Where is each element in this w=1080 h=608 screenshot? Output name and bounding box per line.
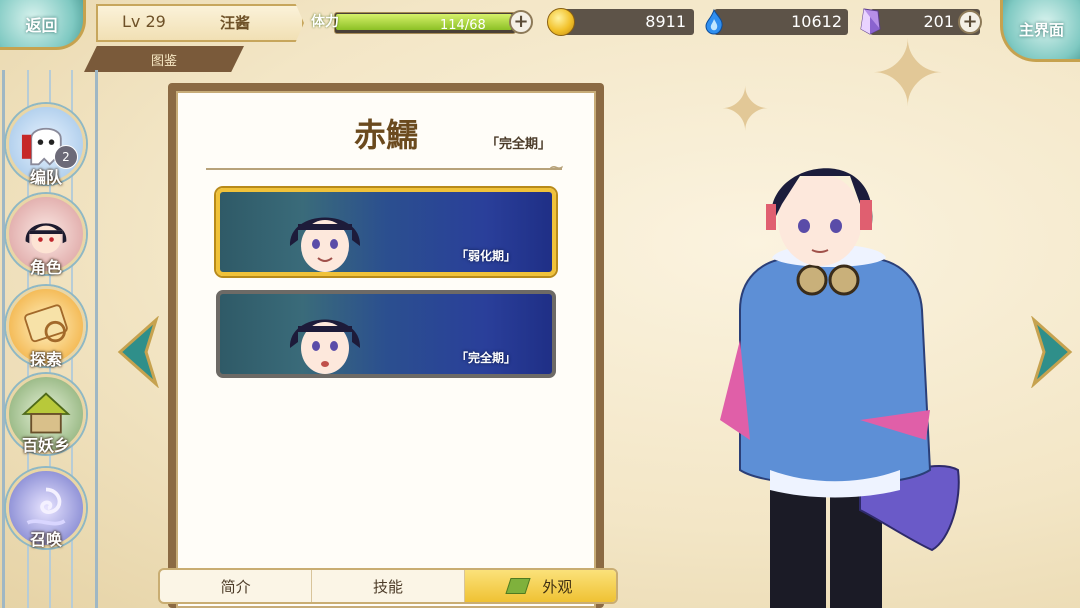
menu-team-label: 编队 <box>29 168 62 187</box>
add-crystal-button[interactable]: + <box>958 10 982 34</box>
tab-intro[interactable]: 简介 <box>160 570 313 602</box>
stamina-label: 体力 <box>311 14 339 30</box>
tab-appearance-label: 外观 <box>542 577 573 596</box>
player-level: Lv 29 <box>122 12 166 31</box>
character-illustration <box>720 168 960 608</box>
player-name: 汪酱 <box>220 14 251 32</box>
menu-village-label: 百妖乡 <box>21 436 70 455</box>
back-button[interactable]: 返回 <box>0 0 86 50</box>
tab-skills-label: 技能 <box>372 577 403 596</box>
swirl-ornament-icon: ~ <box>548 155 565 179</box>
tab-skills[interactable]: 技能 <box>312 570 465 602</box>
crystal-icon <box>860 8 881 35</box>
skin-card-label: 「弱化期」 <box>455 249 516 263</box>
skin-card-complete[interactable]: 「完全期」 <box>216 290 556 378</box>
background-star-icon: ✦ <box>720 75 771 145</box>
menu-character-label: 角色 <box>29 258 62 277</box>
background-star-icon: ✦ <box>870 22 946 127</box>
menu-summon-label: 召唤 <box>29 530 62 549</box>
home-button[interactable]: 主界面 <box>1000 0 1080 62</box>
character-portrait-icon <box>289 217 361 272</box>
back-button-label: 返回 <box>25 15 58 35</box>
next-arrow-icon[interactable] <box>1030 316 1074 388</box>
skin-card-weakened[interactable]: 「弱化期」 <box>216 188 556 276</box>
character-stage-label: 「完全期」 <box>486 137 552 152</box>
blue-flame-icon <box>705 9 723 35</box>
menu-explore-label: 探索 <box>29 350 62 369</box>
character-portrait-icon <box>289 319 361 374</box>
add-stamina-button[interactable]: + <box>509 10 533 34</box>
appearance-tag-icon <box>505 578 531 594</box>
panel-tab-bar: 简介 技能 外观 <box>158 568 618 604</box>
title-divider <box>206 168 562 170</box>
stamina-value: 114/68 <box>440 18 486 33</box>
tab-intro-label: 简介 <box>220 577 251 596</box>
gold-coin-icon <box>547 8 575 36</box>
section-title: 图鉴 <box>84 46 244 72</box>
soul-fire-value: 10612 <box>791 12 842 31</box>
gold-value: 8911 <box>645 12 686 31</box>
home-button-label: 主界面 <box>1018 21 1064 39</box>
previous-arrow-icon[interactable] <box>116 316 160 388</box>
crystal-value: 201 <box>923 12 954 31</box>
skin-card-label: 「完全期」 <box>455 351 516 365</box>
tab-appearance[interactable]: 外观 <box>464 570 616 602</box>
